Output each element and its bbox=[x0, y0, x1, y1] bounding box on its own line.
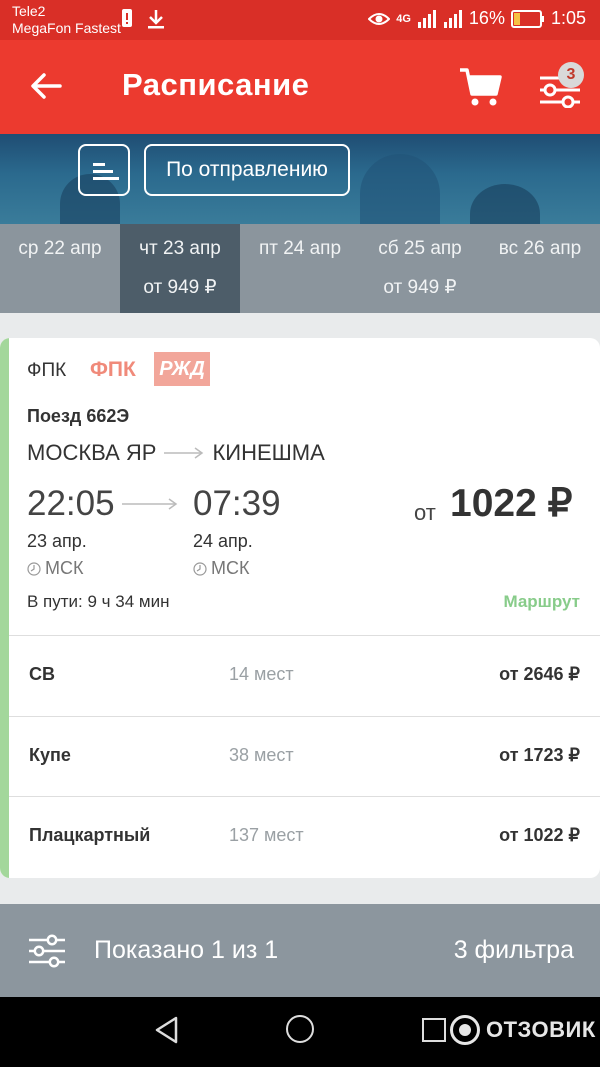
class-seats: 14 мест bbox=[229, 664, 294, 684]
back-arrow-icon[interactable] bbox=[28, 68, 64, 104]
filter-bar[interactable]: Показано 1 из 1 3 фильтра bbox=[0, 904, 600, 997]
notification-icons bbox=[120, 8, 166, 30]
date-price: от 949 ₽ bbox=[383, 277, 457, 298]
clock: 1:05 bbox=[550, 8, 586, 28]
signal-icon bbox=[417, 9, 436, 28]
route-link[interactable]: Маршрут bbox=[503, 592, 580, 612]
filters-icon bbox=[29, 934, 65, 968]
nav-recent-icon[interactable] bbox=[422, 1018, 446, 1042]
sort-icon bbox=[93, 170, 113, 173]
status-bar: Tele2 MegaFon Fastest 4G 16% 1:05 bbox=[0, 0, 600, 40]
filter-count-badge: 3 bbox=[558, 62, 584, 88]
watermark-text: ОТЗОВИК bbox=[486, 1017, 596, 1042]
class-price: от 1723 ₽ bbox=[499, 745, 580, 765]
signal-icon-2 bbox=[443, 9, 462, 28]
train-number: Поезд 662Э bbox=[27, 406, 130, 426]
cart-icon[interactable] bbox=[458, 66, 502, 108]
carrier-info: Tele2 MegaFon Fastest bbox=[12, 3, 121, 37]
carrier-2: MegaFon Fastest bbox=[12, 20, 121, 36]
date-label: сб 25 апр bbox=[378, 238, 462, 259]
date-tab[interactable]: вс 26 апр bbox=[480, 224, 600, 313]
banner-decoration bbox=[470, 184, 540, 224]
carrier-logo: ФПК bbox=[90, 358, 136, 381]
date-price: от 949 ₽ bbox=[143, 277, 217, 298]
class-row[interactable]: СВ 14 мест от 2646 ₽ bbox=[9, 635, 600, 715]
rzd-logo: РЖД bbox=[154, 352, 210, 386]
battery-percent: 16% bbox=[468, 8, 505, 28]
min-price: 1022 ₽ bbox=[450, 482, 573, 525]
departure-time: 22:05 bbox=[27, 484, 115, 523]
date-label: вс 26 апр bbox=[498, 238, 582, 259]
sort-icon bbox=[93, 177, 119, 180]
date-label: чт 23 апр bbox=[139, 238, 221, 259]
arrival-time: 07:39 bbox=[193, 484, 281, 523]
system-nav-bar: ОТЗОВИК bbox=[0, 997, 600, 1067]
route-arrow-icon bbox=[164, 447, 204, 459]
departure-timezone: МСК bbox=[27, 558, 83, 579]
clock-icon bbox=[27, 561, 41, 576]
route: МОСКВА ЯР КИНЕШМА bbox=[27, 440, 325, 466]
date-label: пт 24 апр bbox=[258, 238, 342, 259]
network-type: 4G bbox=[396, 12, 411, 25]
carrier-1: Tele2 bbox=[12, 3, 46, 19]
route-from: МОСКВА ЯР bbox=[27, 440, 157, 465]
class-name: Купе bbox=[29, 745, 71, 765]
sort-icon-button[interactable] bbox=[78, 144, 130, 196]
class-name: Плацкартный bbox=[29, 825, 151, 845]
class-seats: 137 мест bbox=[229, 825, 304, 845]
date-tab[interactable]: пт 24 апр bbox=[240, 224, 360, 313]
watermark: ОТЗОВИК bbox=[450, 1015, 596, 1045]
app-bar: Расписание 3 bbox=[0, 40, 600, 134]
class-price: от 2646 ₽ bbox=[499, 664, 580, 684]
carrier-name: ФПК bbox=[27, 360, 67, 381]
date-tab-selected[interactable]: чт 23 апр от 949 ₽ bbox=[120, 224, 240, 313]
system-status: 4G 16% 1:05 bbox=[368, 8, 586, 29]
arrival-timezone: МСК bbox=[193, 558, 249, 579]
date-tab[interactable]: ср 22 апр bbox=[0, 224, 120, 313]
nav-back-icon[interactable] bbox=[152, 1015, 182, 1045]
page-title: Расписание bbox=[122, 67, 310, 102]
class-row[interactable]: Плацкартный 137 мест от 1022 ₽ bbox=[9, 796, 600, 876]
date-tab[interactable]: сб 25 апр от 949 ₽ bbox=[360, 224, 480, 313]
battery-icon bbox=[510, 9, 544, 28]
nav-home-icon[interactable] bbox=[286, 1015, 314, 1043]
sort-icon bbox=[93, 163, 105, 166]
class-seats: 38 мест bbox=[229, 745, 294, 765]
clock-icon bbox=[193, 561, 207, 576]
hero-banner: По отправлению bbox=[0, 134, 600, 224]
alert-icon bbox=[122, 9, 132, 27]
results-count: Показано 1 из 1 bbox=[94, 936, 279, 964]
time-arrow-icon bbox=[122, 498, 178, 510]
class-row[interactable]: Купе 38 мест от 1723 ₽ bbox=[9, 716, 600, 796]
eye-icon bbox=[368, 12, 391, 25]
class-price: от 1022 ₽ bbox=[499, 825, 580, 845]
train-card[interactable]: ФПК ФПК РЖД Поезд 662Э МОСКВА ЯР КИНЕШМА… bbox=[0, 338, 600, 878]
sort-by-departure-button[interactable]: По отправлению bbox=[144, 144, 350, 196]
travel-duration: В пути: 9 ч 34 мин bbox=[27, 592, 170, 611]
watermark-logo-icon bbox=[450, 1015, 480, 1045]
filters-count[interactable]: 3 фильтра bbox=[454, 936, 574, 965]
download-icon bbox=[148, 10, 164, 29]
timezone-label: МСК bbox=[211, 558, 250, 578]
date-label: ср 22 апр bbox=[18, 238, 102, 259]
card-accent-bar bbox=[0, 338, 9, 878]
timezone-label: МСК bbox=[45, 558, 84, 578]
banner-decoration bbox=[360, 154, 440, 224]
price-prefix: от bbox=[414, 500, 436, 525]
date-selector: ср 22 апр чт 23 апр от 949 ₽ пт 24 апр с… bbox=[0, 224, 600, 313]
class-name: СВ bbox=[29, 664, 55, 684]
route-to: КИНЕШМА bbox=[212, 440, 325, 465]
departure-date: 23 апр. bbox=[27, 531, 87, 551]
arrival-date: 24 апр. bbox=[193, 531, 253, 551]
